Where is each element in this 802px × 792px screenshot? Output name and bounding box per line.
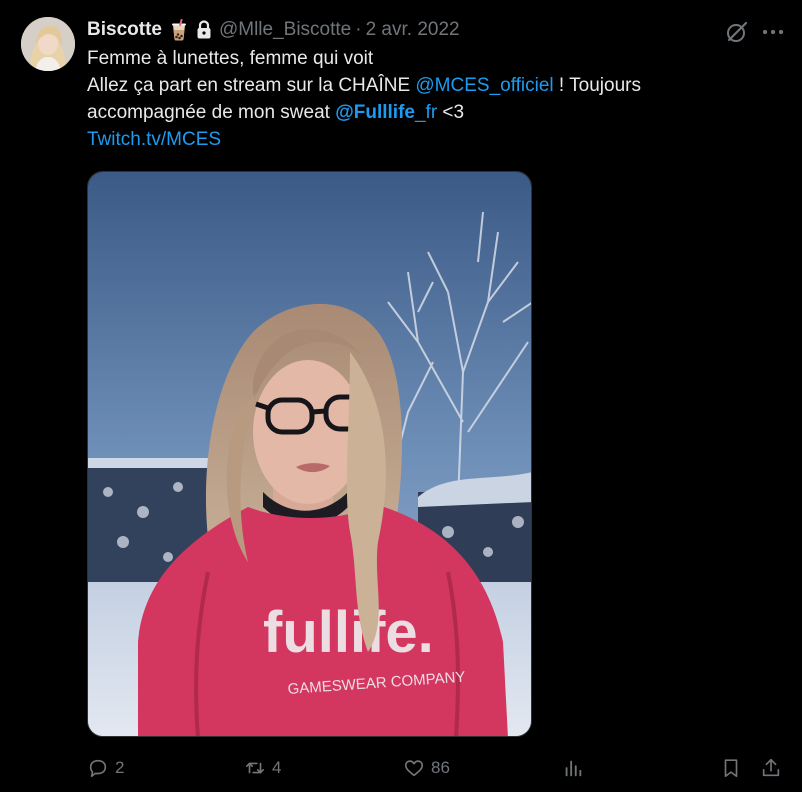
mention-mces-officiel[interactable]: @MCES_officiel [415,75,553,96]
like-count: 86 [431,758,450,777]
tweet-date[interactable]: 2 avr. 2022 [366,19,460,41]
tweet-header: Biscotte @Mlle_Biscotte · 2 avr. 2022 [87,17,460,43]
sweater-brand-text: fullife. [263,600,434,665]
avatar[interactable] [21,17,75,71]
bookmark-icon [724,759,738,778]
retweet-button[interactable]: 4 [244,752,281,784]
tweet-line-3: accompagnée de mon sweat @Fulllife_fr <3 [87,99,787,126]
retweet-icon [245,762,265,774]
lock-icon [195,20,213,40]
analytics-icon [565,760,582,777]
tweet-line-1: Femme à lunettes, femme qui voit [87,48,374,69]
reply-button[interactable]: 2 [87,752,124,784]
tweet-line-3-prefix: accompagnée de mon sweat [87,102,336,123]
mention-fulllife-fr[interactable]: @Fulllife_fr [335,102,437,123]
share-button[interactable] [760,752,782,784]
bookmark-button[interactable] [720,752,742,784]
display-name[interactable]: Biscotte [87,19,162,41]
share-icon [762,758,780,777]
reply-count: 2 [115,758,125,777]
tweet-line-2: Allez ça part en stream sur la CHAÎNE @M… [87,72,787,99]
handle[interactable]: @Mlle_Biscotte [219,19,351,41]
mention-fulllife-rest: _fr [414,102,438,123]
tweet-line-2-suffix: ! Toujours [553,75,641,96]
heart-icon [404,760,424,777]
grok-icon[interactable] [724,19,750,45]
retweet-count: 4 [272,758,282,777]
action-bar: 2 4 86 [87,752,787,784]
separator-dot: · [355,19,362,40]
tweet-photo[interactable]: fullife. GAMESWEAR COMPANY [87,171,532,737]
mention-fulllife-bold: @Fulllife [335,102,415,123]
photo-image: fullife. GAMESWEAR COMPANY [88,172,531,736]
tweet-line-2-prefix: Allez ça part en stream sur la CHAÎNE [87,75,416,96]
like-button[interactable]: 86 [403,752,450,784]
bubble-tea-emoji-icon [169,19,189,41]
more-options-icon[interactable] [760,19,786,45]
tweet: Biscotte @Mlle_Biscotte · 2 avr. 2022 Fe… [0,0,802,792]
avatar-image [21,17,75,71]
twitch-link[interactable]: Twitch.tv/MCES [87,129,221,150]
views-button[interactable] [562,752,584,784]
reply-icon [89,759,107,778]
tweet-text: Femme à lunettes, femme qui voit Allez ç… [87,45,787,153]
tweet-line-3-suffix: <3 [437,102,465,123]
tweet-line-4: Twitch.tv/MCES [87,126,787,153]
